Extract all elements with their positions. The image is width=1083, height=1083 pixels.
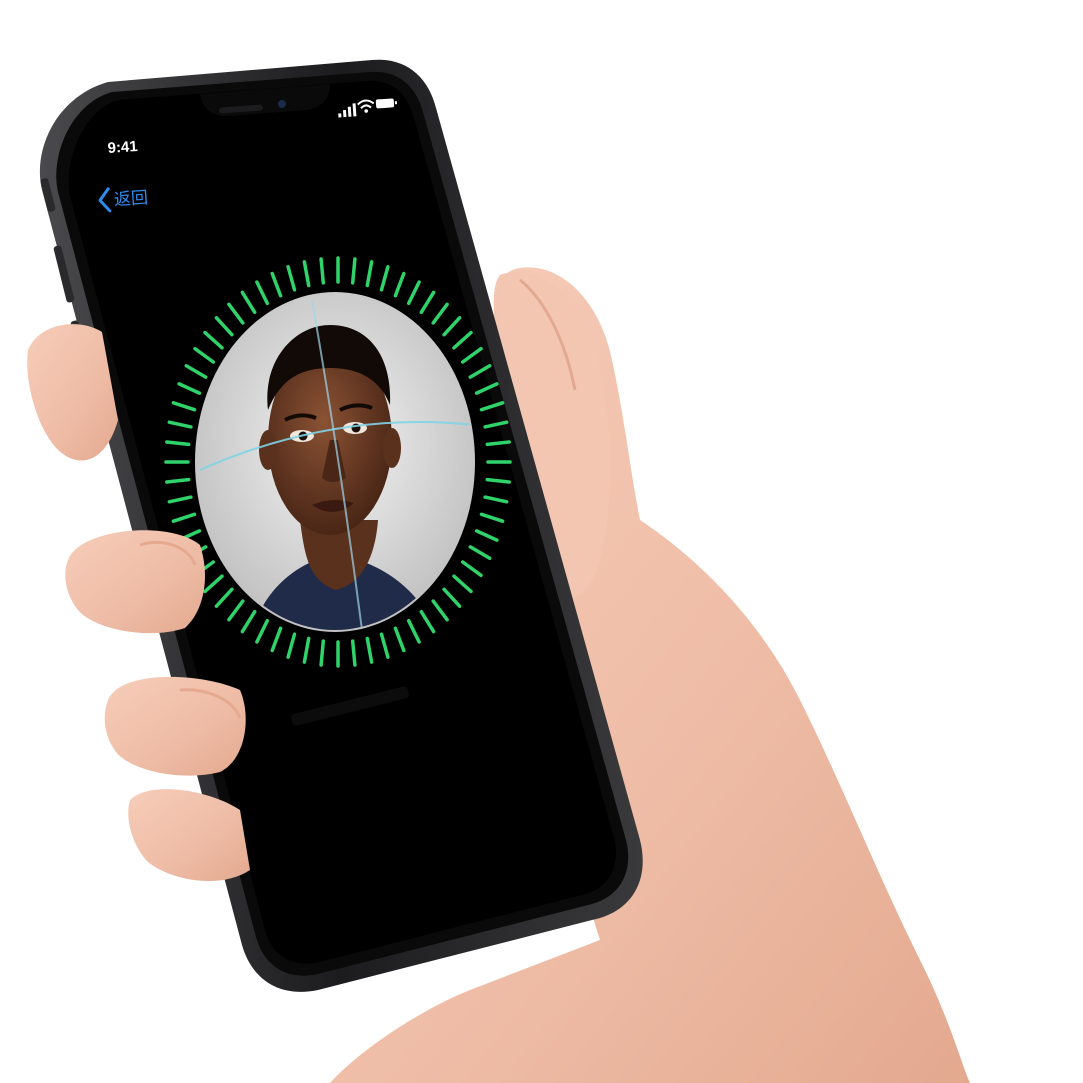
middle-finger	[65, 530, 206, 634]
phone: 9:41 返回	[39, 59, 643, 992]
progress-tick	[485, 477, 511, 484]
progress-tick	[165, 440, 191, 447]
progress-tick	[165, 477, 191, 484]
product-photo: 9:41 返回	[0, 0, 1083, 1083]
face-scan-viewfinder	[164, 256, 512, 668]
progress-tick	[350, 639, 357, 667]
progress-tick	[319, 639, 326, 667]
ring-finger	[104, 676, 246, 776]
front-camera-icon	[278, 100, 286, 108]
progress-tick	[350, 257, 357, 285]
back-button-label: 返回	[113, 188, 148, 210]
progress-tick	[485, 440, 511, 447]
status-time: 9:41	[107, 138, 138, 157]
progress-tick	[319, 257, 326, 285]
